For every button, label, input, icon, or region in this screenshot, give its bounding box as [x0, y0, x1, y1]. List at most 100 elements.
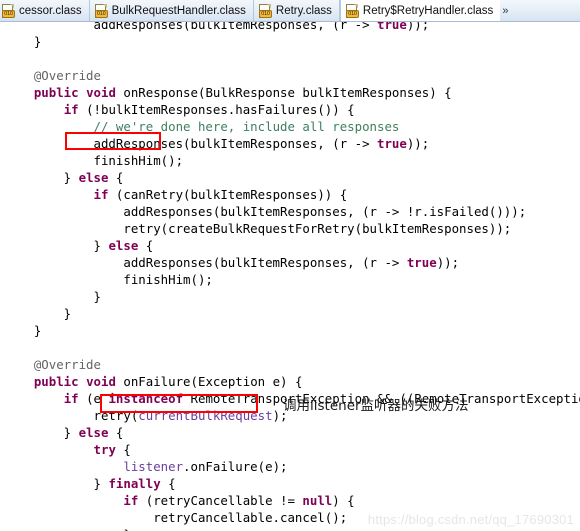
code-token: } [4, 238, 109, 253]
code-token: if [123, 493, 139, 508]
code-token: try [93, 442, 116, 457]
code-token: ) { [332, 493, 355, 508]
code-line: } [0, 305, 580, 322]
code-token: } [4, 323, 42, 338]
code-line: addResponses(bulkItemResponses, (r -> tr… [0, 135, 580, 152]
code-token: } [4, 425, 79, 440]
code-line: listener.onFailure(e); [0, 458, 580, 475]
tab-label: Retry$RetryHandler.class [362, 4, 494, 17]
code-line: } else { [0, 424, 580, 441]
java-class-file-icon: 010 [94, 3, 108, 18]
code-token: retry( [4, 408, 139, 423]
code-token: if [93, 187, 109, 202]
code-line: addResponses(bulkItemResponses, (r -> tr… [0, 254, 580, 271]
code-token: void [86, 85, 116, 100]
code-line: @Override [0, 356, 580, 373]
code-token: addResponses(bulkItemResponses, (r -> [4, 255, 407, 270]
chinese-annotation-note: 调用listener监听器的失败方法 [283, 398, 469, 414]
code-token: if [63, 102, 79, 117]
code-token: (e [78, 391, 109, 406]
code-line: finishHim(); [0, 271, 580, 288]
code-token: addResponses(bulkItemResponses, (r -> [4, 136, 377, 151]
code-token: finally [108, 476, 161, 491]
code-token: } [4, 34, 42, 49]
code-token: { [160, 476, 176, 491]
code-line: if (!bulkItemResponses.hasFailures()) { [0, 101, 580, 118]
code-token: addResponses(bulkItemResponses, (r -> !r… [4, 204, 527, 219]
code-line: addResponses(bulkItemResponses, (r -> tr… [0, 22, 580, 33]
code-token: } [4, 170, 79, 185]
tab-label: BulkRequestHandler.class [111, 4, 246, 17]
tab-retry-class[interactable]: 010 Retry.class [254, 0, 340, 21]
code-token: (!bulkItemResponses.hasFailures()) { [78, 102, 355, 117]
code-token: { [138, 238, 154, 253]
java-class-file-icon: 010 [345, 3, 359, 18]
code-token: @Override [33, 68, 101, 83]
code-line: retry(createBulkRequestForRetry(bulkItem… [0, 220, 580, 237]
code-line: addResponses(bulkItemResponses, (r -> !r… [0, 203, 580, 220]
code-token: void [86, 374, 116, 389]
code-line: // we're done here, include all response… [0, 118, 580, 135]
code-line: } [0, 288, 580, 305]
tab-label: Retry.class [275, 4, 332, 17]
code-line: finishHim(); [0, 152, 580, 169]
code-editor-area[interactable]: addResponses(bulkItemResponses, (r -> tr… [0, 22, 580, 531]
tab-bulkrequesthandler-class[interactable]: 010 BulkRequestHandler.class [90, 0, 254, 21]
code-line: public void onResponse(BulkResponse bulk… [0, 84, 580, 101]
code-token: true [377, 136, 407, 151]
code-token: retry(createBulkRequestForRetry(bulkItem… [4, 221, 512, 236]
code-token: public [33, 374, 79, 389]
code-token: { [108, 425, 124, 440]
code-line: try { [0, 441, 580, 458]
code-line: } else { [0, 237, 580, 254]
java-class-file-icon: 010 [2, 3, 15, 18]
code-line: } else { [0, 169, 580, 186]
code-token: @Override [33, 357, 101, 372]
code-token: instanceof [108, 391, 184, 406]
code-token: true [406, 255, 437, 270]
code-line: } finally { [0, 475, 580, 492]
tab-cessor-class[interactable]: 010 cessor.class [0, 0, 90, 21]
class-icon-bits: 010 [94, 9, 108, 18]
code-token: true [377, 22, 407, 32]
code-line: } [0, 322, 580, 339]
code-token: onResponse(BulkResponse bulkItemResponse… [115, 85, 452, 100]
class-icon-bits: 010 [345, 9, 359, 18]
code-token: (retryCancellable != [138, 493, 303, 508]
code-token: retryCancellable.cancel(); [4, 510, 348, 525]
code-token: )); [436, 255, 460, 270]
java-class-file-icon: 010 [258, 3, 272, 18]
code-token: finishHim(); [4, 272, 213, 287]
code-token: (canRetry(bulkItemResponses)) { [108, 187, 348, 202]
code-token: else [78, 170, 109, 185]
code-token: addResponses(bulkItemResponses, (r -> [4, 22, 377, 32]
code-token: } [4, 527, 130, 531]
code-line: @Override [0, 67, 580, 84]
code-token: } [4, 476, 109, 491]
tab-label: cessor.class [19, 4, 82, 17]
code-token: )); [406, 22, 430, 32]
code-token: currentBulkRequest [138, 408, 273, 423]
code-token: public [33, 85, 79, 100]
tab-overflow-chevron-icon[interactable]: » [500, 0, 510, 21]
editor-tab-bar: 010 cessor.class 010 BulkRequestHandler.… [0, 0, 580, 22]
code-token: listener [123, 459, 184, 474]
tab-retry-retryhandler-class[interactable]: 010 Retry$RetryHandler.class [339, 0, 501, 21]
code-token: else [108, 238, 139, 253]
code-line: public void onFailure(Exception e) { [0, 373, 580, 390]
code-line: if (canRetry(bulkItemResponses)) { [0, 186, 580, 203]
csdn-watermark: https://blog.csdn.net/qq_17690301 [367, 512, 574, 527]
code-line: if (retryCancellable != null) { [0, 492, 580, 509]
class-icon-bits: 010 [2, 9, 15, 18]
code-token: } [4, 306, 72, 321]
